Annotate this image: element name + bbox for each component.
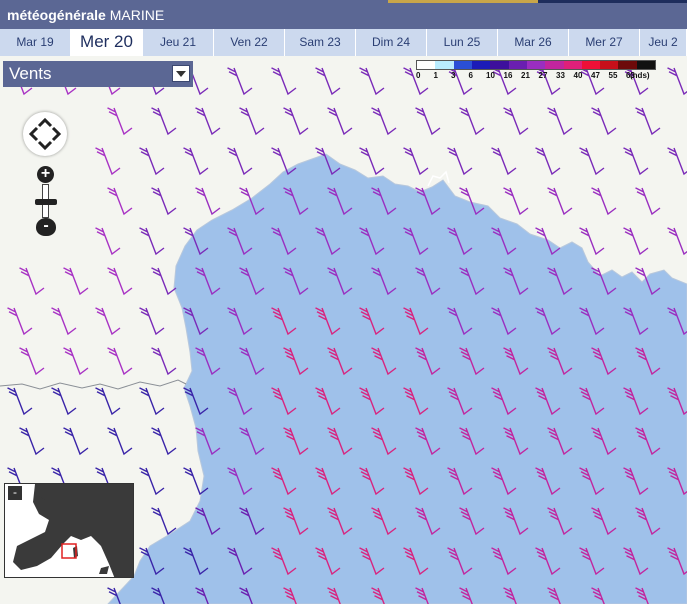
legend-swatch bbox=[435, 61, 454, 69]
legend-swatch bbox=[508, 61, 527, 69]
legend-swatch bbox=[526, 61, 546, 69]
legend-swatch bbox=[490, 61, 509, 69]
day-tabs: Mar 19 Mer 20 Jeu 21 Ven 22 Sam 23 Dim 24 Lun … bbox=[0, 29, 687, 56]
legend-tick-label: 21 bbox=[521, 71, 530, 80]
zoom-slider-thumb[interactable] bbox=[35, 199, 57, 205]
legend-tick-label: 27 bbox=[538, 71, 548, 80]
pan-arrows-icon[interactable] bbox=[23, 112, 67, 156]
brand-section: MARINE bbox=[109, 7, 165, 23]
day-tab[interactable]: Jeu 21 bbox=[143, 29, 214, 56]
legend-swatch bbox=[545, 61, 564, 69]
legend-color-bar bbox=[416, 60, 656, 70]
layer-label: Vents bbox=[9, 64, 52, 83]
day-tab[interactable]: Jeu 2 bbox=[640, 29, 687, 56]
day-tab[interactable]: Mer 27 bbox=[569, 29, 640, 56]
overview-map[interactable]: - bbox=[4, 483, 134, 578]
header-accent bbox=[388, 0, 538, 3]
legend-swatch bbox=[453, 61, 472, 69]
legend-tick-label: 0 bbox=[416, 71, 421, 80]
legend-swatch bbox=[600, 61, 619, 69]
legend-tick-label: 3 bbox=[451, 71, 456, 80]
day-tab[interactable]: Lun 25 bbox=[427, 29, 498, 56]
dropdown-arrow-icon[interactable] bbox=[172, 65, 190, 82]
legend-swatch bbox=[636, 61, 656, 69]
legend-tick-label: 1 bbox=[433, 71, 438, 80]
overview-collapse-button[interactable]: - bbox=[8, 486, 22, 500]
day-tab[interactable]: Mar 19 bbox=[0, 29, 71, 56]
app-header: météogénérale MARINE bbox=[0, 0, 687, 29]
wind-speed-legend: 0 1 3 6 10 16 21 27 33 40 47 55 63 (nds) bbox=[416, 58, 656, 82]
brand-bold: météogénérale bbox=[7, 7, 106, 23]
legend-tick-label: 16 bbox=[503, 71, 513, 80]
day-tab[interactable]: Mer 20 bbox=[71, 29, 143, 56]
legend-tick-label: 6 bbox=[468, 71, 473, 80]
legend-tick-label: 33 bbox=[556, 71, 565, 80]
legend-tick-label: 55 bbox=[608, 71, 618, 80]
day-tab[interactable]: Ven 22 bbox=[214, 29, 285, 56]
day-tab[interactable]: Dim 24 bbox=[356, 29, 427, 56]
zoom-in-button[interactable]: + bbox=[37, 166, 54, 183]
legend-tick-label: 10 bbox=[486, 71, 495, 80]
layer-dropdown[interactable]: Vents bbox=[3, 61, 193, 87]
brand-logo[interactable]: météogénérale MARINE bbox=[7, 7, 164, 23]
zoom-out-button[interactable]: - bbox=[36, 218, 56, 236]
legend-swatch bbox=[563, 61, 582, 69]
legend-swatch bbox=[417, 61, 436, 69]
zoom-control: + - bbox=[7, 110, 87, 250]
legend-swatch bbox=[618, 61, 637, 69]
legend-tick-label: 40 bbox=[573, 71, 583, 80]
day-tab[interactable]: Sam 23 bbox=[285, 29, 356, 56]
header-accent-dark bbox=[538, 0, 687, 3]
legend-swatch bbox=[471, 61, 491, 69]
day-tab[interactable]: Mar 26 bbox=[498, 29, 569, 56]
legend-swatch bbox=[581, 61, 601, 69]
legend-unit: (nds) bbox=[630, 71, 650, 80]
legend-tick-label: 47 bbox=[591, 71, 600, 80]
